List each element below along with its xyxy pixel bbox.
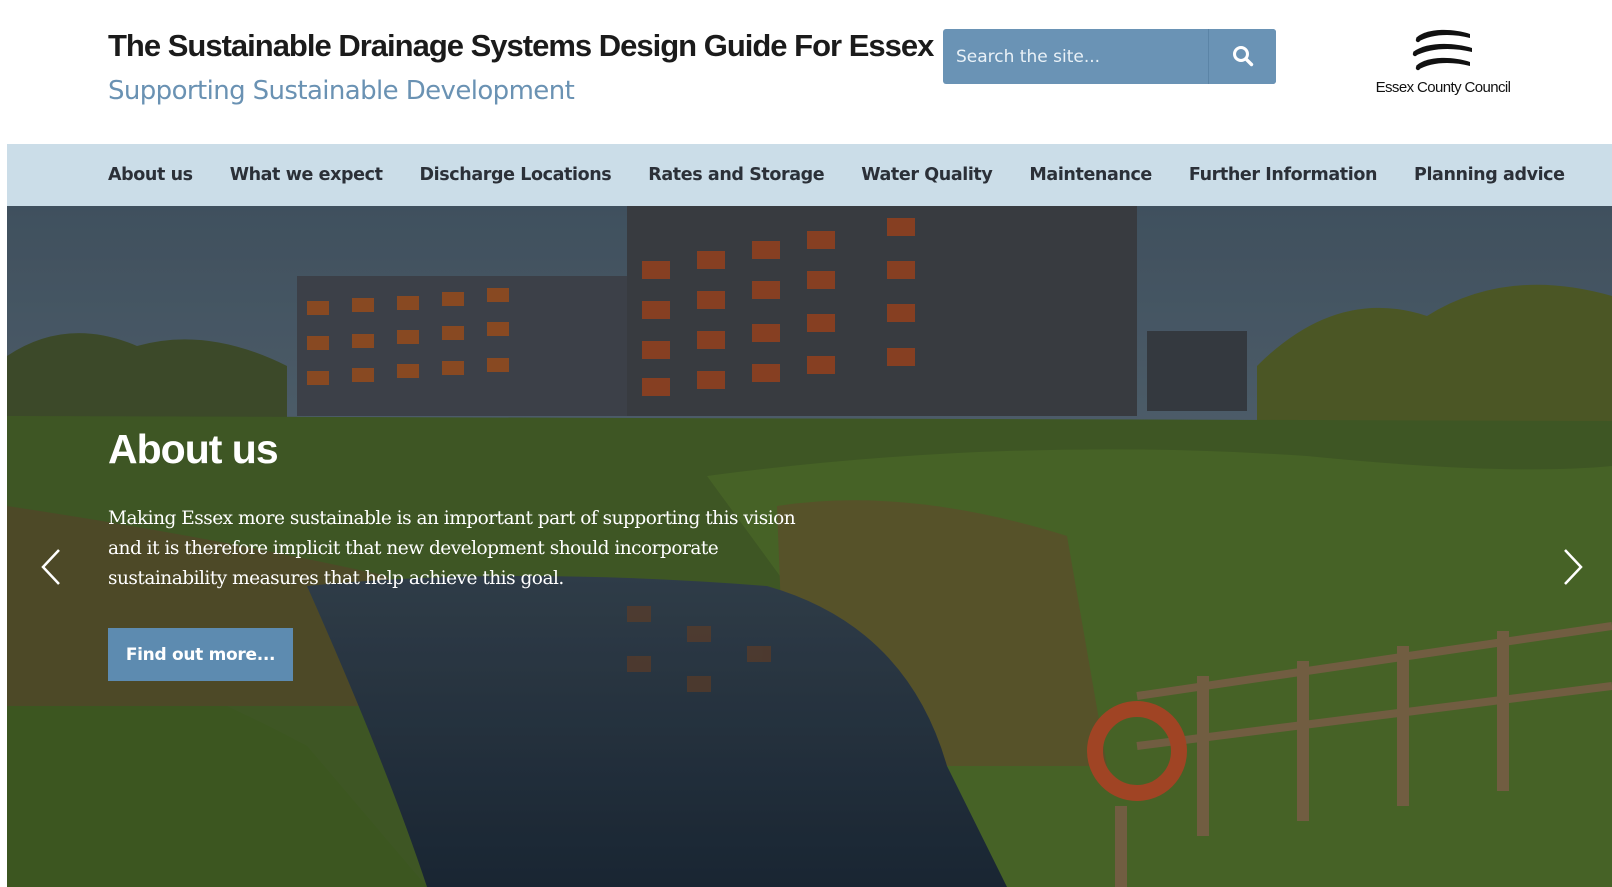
main-navigation: About us What we expect Discharge Locati… [7,144,1612,206]
nav-item-rates-and-storage[interactable]: Rates and Storage [648,165,824,185]
carousel-prev-button[interactable] [37,542,67,592]
logo-text: Essex County Council [1375,79,1511,96]
chevron-right-icon [1564,549,1583,585]
nav-item-further-information[interactable]: Further Information [1189,165,1378,185]
nav-item-about-us[interactable]: About us [108,165,193,185]
hero-description: Making Essex more sustainable is an impo… [108,508,796,589]
nav-item-water-quality[interactable]: Water Quality [861,165,993,185]
hero-title: About us [108,426,279,472]
nav-item-discharge-locations[interactable]: Discharge Locations [420,165,612,185]
site-title[interactable]: The Sustainable Drainage Systems Design … [108,28,934,64]
find-out-more-button[interactable]: Find out more... [108,628,293,681]
chevron-left-icon [41,549,60,585]
search-input[interactable] [943,29,1208,84]
site-subtitle: Supporting Sustainable Development [108,76,575,106]
nav-item-maintenance[interactable]: Maintenance [1029,165,1152,185]
essex-county-council-logo[interactable]: Essex County Council [1364,26,1522,100]
ecc-three-seaxes-logo-icon [1412,29,1472,71]
search-icon [1233,46,1254,67]
nav-item-planning-advice[interactable]: Planning advice [1414,165,1565,185]
hero-carousel: About us Making Essex more sustainable i… [7,206,1612,887]
nav-item-what-we-expect[interactable]: What we expect [230,165,383,185]
search-form [943,29,1276,84]
carousel-next-button[interactable] [1557,542,1587,592]
search-button[interactable] [1208,29,1276,84]
site-header: The Sustainable Drainage Systems Design … [0,0,1612,144]
